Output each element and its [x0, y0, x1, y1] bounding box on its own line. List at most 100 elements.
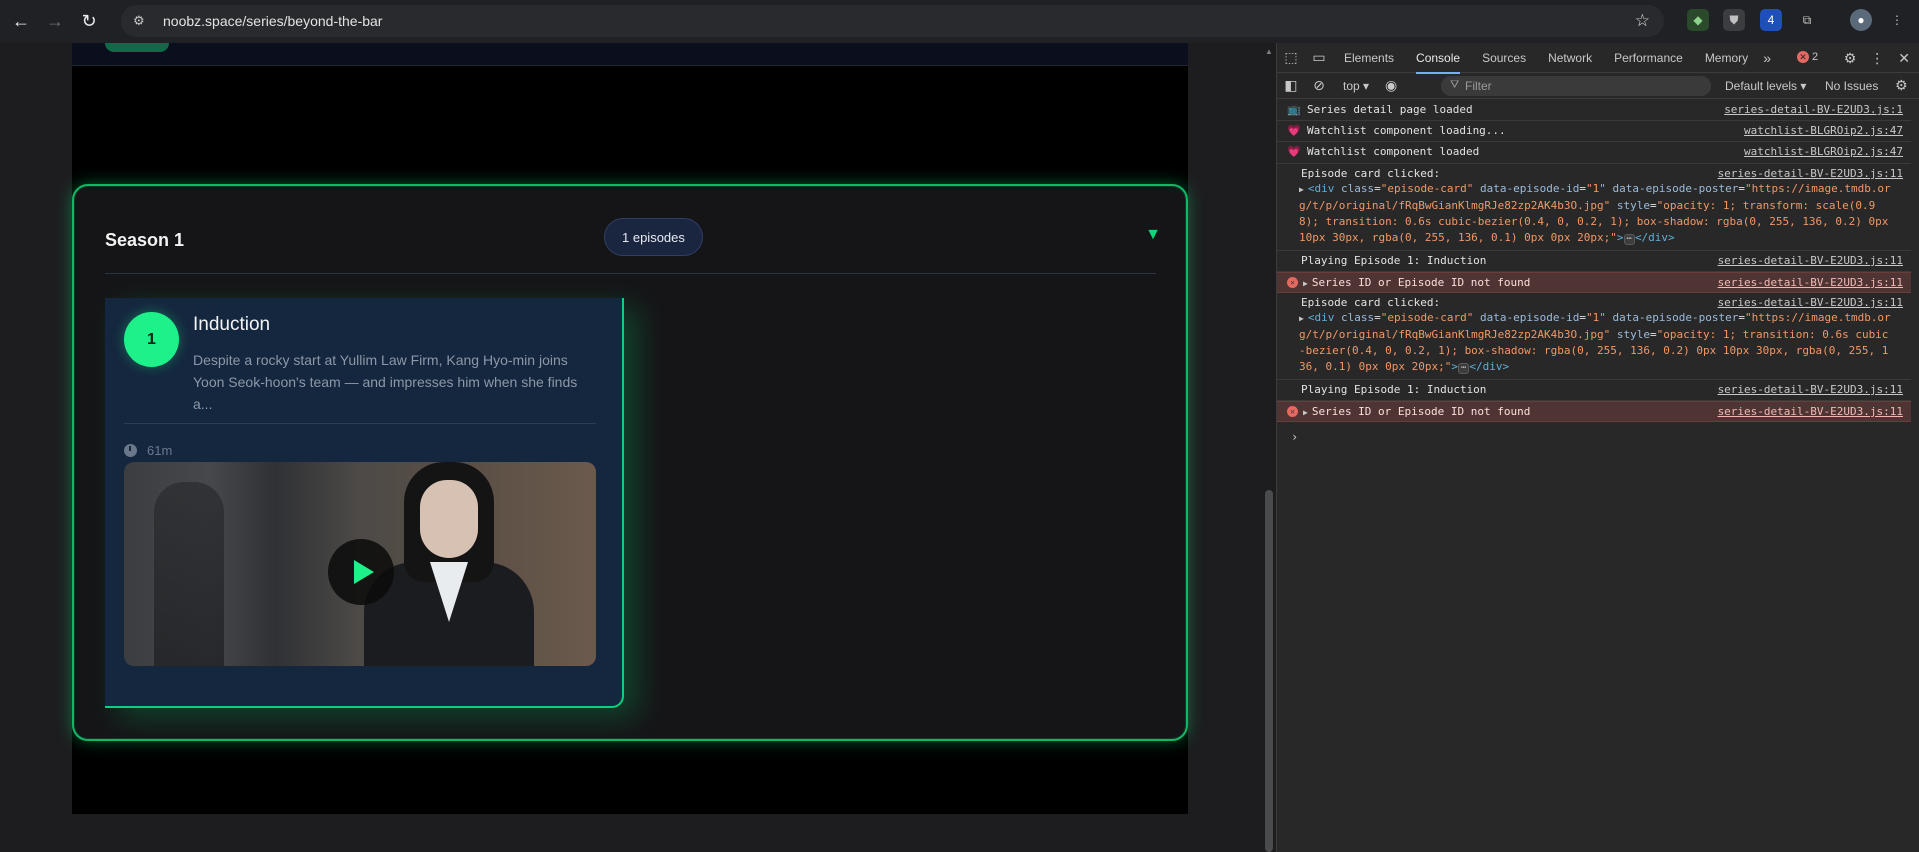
- devtools-tabbar: ⬚ ▭ Elements Console Sources Network Per…: [1277, 43, 1919, 74]
- extension-icon[interactable]: ◆: [1687, 9, 1709, 31]
- ellipsis-button[interactable]: ⋯: [1457, 363, 1470, 374]
- heart-emoji-icon: 💗: [1287, 124, 1301, 137]
- page-scrollbar[interactable]: ▲: [1262, 43, 1276, 852]
- log-row: Episode card clicked: series-detail-BV-E…: [1277, 164, 1911, 251]
- source-link[interactable]: watchlist-BLGROip2.js:47: [1744, 145, 1903, 158]
- clear-console-icon[interactable]: ⊘: [1305, 77, 1333, 94]
- episode-description: Despite a rocky start at Yullim Law Firm…: [193, 352, 578, 412]
- filter-input[interactable]: ⛛ Filter: [1441, 76, 1711, 96]
- chevron-down-icon[interactable]: ▼: [1142, 224, 1164, 246]
- console-settings-icon[interactable]: ⚙: [1895, 77, 1908, 94]
- expand-triangle-icon[interactable]: ▶: [1303, 408, 1308, 417]
- scrollbar-thumb[interactable]: [1265, 490, 1273, 852]
- profile-avatar-icon[interactable]: ●: [1850, 9, 1872, 31]
- console-prompt[interactable]: ›: [1291, 430, 1298, 444]
- error-icon: ✕: [1287, 277, 1298, 288]
- log-row: 💗 Watchlist component loading... watchli…: [1277, 121, 1911, 142]
- expand-triangle-icon[interactable]: ▶: [1299, 314, 1304, 323]
- forward-button[interactable]: →: [38, 5, 72, 39]
- site-info-icon[interactable]: ⚙: [133, 13, 153, 29]
- source-link[interactable]: series-detail-BV-E2UD3.js:11: [1718, 296, 1903, 309]
- scroll-up-icon[interactable]: ▲: [1265, 47, 1273, 56]
- clock-icon: [124, 444, 137, 457]
- log-row: Episode card clicked: series-detail-BV-E…: [1277, 293, 1911, 380]
- page-viewport: Season 1 1 episodes ▼ 1 Induction Despit…: [0, 43, 1262, 852]
- issues-indicator[interactable]: No Issues: [1825, 79, 1878, 93]
- error-icon: ✕: [1287, 406, 1298, 417]
- source-link[interactable]: series-detail-BV-E2UD3.js:11: [1718, 276, 1903, 289]
- play-icon: [353, 560, 374, 584]
- console-output: 📺 Series detail page loaded series-detai…: [1277, 100, 1919, 852]
- reload-icon: ↻: [81, 11, 97, 31]
- content-column: Season 1 1 episodes ▼ 1 Induction Despit…: [72, 43, 1188, 814]
- sidebar-toggle-icon[interactable]: ◧: [1277, 77, 1305, 94]
- expand-triangle-icon[interactable]: ▶: [1303, 279, 1308, 288]
- expand-triangle-icon[interactable]: ▶: [1299, 185, 1304, 194]
- episode-divider: [124, 423, 596, 424]
- log-row: 📺 Series detail page loaded series-detai…: [1277, 100, 1911, 121]
- dom-node-preview[interactable]: ▶ <div class="episode-card" data-episode-…: [1299, 310, 1891, 375]
- season-card[interactable]: Season 1 1 episodes ▼ 1 Induction Despit…: [72, 184, 1188, 741]
- header-pill-button[interactable]: [105, 43, 169, 52]
- episode-duration: 61m: [124, 443, 172, 458]
- close-icon[interactable]: ✕: [1898, 50, 1910, 67]
- address-bar[interactable]: ⚙ noobz.space/series/beyond-the-bar ☆: [121, 5, 1664, 37]
- error-icon: ✕: [1797, 51, 1809, 63]
- episode-number-badge: 1: [124, 312, 179, 367]
- log-row: Playing Episode 1: Induction series-deta…: [1277, 380, 1911, 401]
- source-link[interactable]: series-detail-BV-E2UD3.js:11: [1718, 383, 1903, 396]
- filter-placeholder: Filter: [1465, 79, 1492, 93]
- source-link[interactable]: watchlist-BLGROip2.js:47: [1744, 124, 1903, 137]
- bookmark-star-icon[interactable]: ☆: [1635, 11, 1650, 31]
- background-figure: [154, 482, 224, 666]
- dom-node-preview[interactable]: ▶ <div class="episode-card" data-episode-…: [1299, 181, 1891, 246]
- tab-performance[interactable]: Performance: [1614, 43, 1683, 73]
- season-divider: [105, 273, 1156, 274]
- tv-emoji-icon: 📺: [1287, 103, 1301, 116]
- shield-extension-icon[interactable]: ⛊: [1723, 9, 1745, 31]
- log-row: 💗 Watchlist component loaded watchlist-B…: [1277, 142, 1911, 164]
- ellipsis-button[interactable]: ⋯: [1623, 234, 1635, 245]
- source-link[interactable]: series-detail-BV-E2UD3.js:11: [1718, 405, 1903, 418]
- tab-sources[interactable]: Sources: [1482, 43, 1526, 73]
- eye-icon[interactable]: ◉: [1377, 77, 1405, 94]
- devtools-panel: ⬚ ▭ Elements Console Sources Network Per…: [1276, 43, 1919, 852]
- log-row: Playing Episode 1: Induction series-deta…: [1277, 251, 1911, 272]
- arrow-right-icon: →: [46, 11, 64, 31]
- console-toolbar: ◧ ⊘ top ▾ ◉ ⛛ Filter Default levels ▾ No…: [1277, 73, 1919, 99]
- error-row: ✕ ▶ Series ID or Episode ID not found ser…: [1277, 401, 1911, 422]
- episode-thumbnail[interactable]: [124, 462, 596, 666]
- browser-menu-icon[interactable]: ⋮: [1886, 9, 1908, 31]
- more-tabs-icon[interactable]: »: [1759, 50, 1775, 66]
- error-count-badge[interactable]: ✕ 2: [1797, 51, 1818, 63]
- reload-button[interactable]: ↻: [72, 5, 106, 39]
- error-row: ✕ ▶ Series ID or Episode ID not found ser…: [1277, 272, 1911, 293]
- context-selector[interactable]: top ▾: [1343, 79, 1369, 93]
- header-strip: [72, 43, 1188, 66]
- tab-memory[interactable]: Memory: [1705, 43, 1748, 73]
- season-title: Season 1: [105, 230, 185, 250]
- episode-title: Induction: [193, 314, 271, 335]
- devtools-menu-icon[interactable]: ⋮: [1870, 50, 1884, 67]
- play-button[interactable]: [328, 539, 394, 605]
- back-button[interactable]: ←: [4, 5, 38, 39]
- heart-emoji-icon: 💗: [1287, 145, 1301, 158]
- tab-console[interactable]: Console: [1416, 43, 1461, 74]
- device-toolbar-icon[interactable]: ▭: [1305, 49, 1333, 66]
- inspect-element-icon[interactable]: ⬚: [1277, 49, 1305, 66]
- arrow-left-icon: ←: [12, 11, 30, 31]
- duration-text: 61m: [147, 443, 173, 458]
- filter-icon: ⛛: [1450, 79, 1460, 91]
- tab-elements[interactable]: Elements: [1344, 43, 1394, 73]
- extension-badge-icon[interactable]: 4: [1760, 9, 1782, 31]
- log-levels-dropdown[interactable]: Default levels ▾: [1725, 79, 1806, 93]
- settings-gear-icon[interactable]: ⚙: [1844, 50, 1857, 67]
- source-link[interactable]: series-detail-BV-E2UD3.js:11: [1718, 254, 1903, 267]
- extensions-puzzle-icon[interactable]: ⧉: [1796, 9, 1818, 31]
- episode-count-badge: 1 episodes: [604, 218, 703, 256]
- source-link[interactable]: series-detail-BV-E2UD3.js:1: [1724, 103, 1903, 116]
- tab-network[interactable]: Network: [1548, 43, 1592, 73]
- url-text[interactable]: noobz.space/series/beyond-the-bar: [163, 13, 382, 29]
- source-link[interactable]: series-detail-BV-E2UD3.js:11: [1718, 167, 1903, 180]
- episode-card[interactable]: 1 Induction Despite a rocky start at Yul…: [105, 298, 624, 708]
